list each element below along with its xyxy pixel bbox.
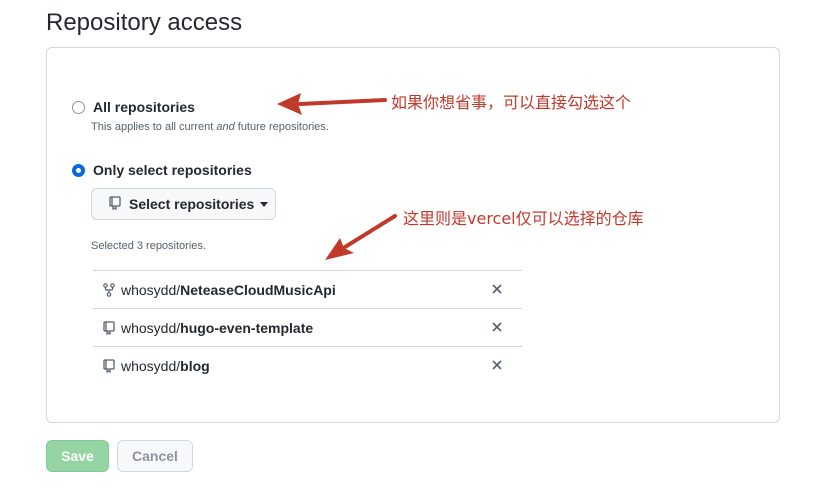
selected-repositories-count: Selected 3 repositories.	[91, 240, 206, 252]
repository-name: hugo-even-template	[180, 319, 314, 336]
save-button[interactable]: Save	[46, 440, 109, 472]
only-select-repositories-radio[interactable]	[72, 164, 85, 177]
remove-repository-button[interactable]	[490, 358, 504, 372]
repository-owner: whosydd/	[121, 319, 181, 336]
repository-row: whosydd/hugo-even-template	[93, 309, 522, 347]
all-repositories-note: This applies to all current and future r…	[91, 121, 329, 133]
repository-name: blog	[180, 358, 210, 374]
close-icon	[492, 360, 502, 370]
repository-name: NeteaseCloudMusicApi	[180, 281, 336, 298]
fork-icon	[103, 282, 121, 297]
repo-icon	[103, 359, 121, 373]
select-repositories-button[interactable]: Select repositories	[91, 188, 276, 220]
annotation-note: 如果你想省事，可以直接勾选这个	[391, 93, 632, 112]
repository-access-page: Repository access All repositories This …	[0, 0, 820, 493]
repo-icon	[109, 195, 121, 213]
remove-repository-button[interactable]	[490, 282, 504, 296]
repository-row: whosydd/blog	[93, 347, 522, 385]
selected-repository-list: whosydd/NeteaseCloudMusicApi whosydd/hug…	[93, 270, 522, 385]
close-icon	[492, 322, 502, 332]
select-repositories-label: Select repositories	[129, 196, 255, 212]
section-title: Repository access	[46, 9, 243, 36]
repo-icon	[103, 320, 121, 335]
close-icon	[492, 284, 502, 294]
only-select-repositories-label[interactable]: Only select repositories	[93, 161, 252, 179]
cancel-button[interactable]: Cancel	[117, 440, 193, 472]
all-repositories-radio[interactable]	[72, 101, 85, 114]
repository-owner: whosydd/	[121, 358, 181, 374]
all-repositories-label[interactable]: All repositories	[93, 98, 195, 116]
repository-row: whosydd/NeteaseCloudMusicApi	[93, 271, 522, 309]
caret-down-icon	[260, 201, 269, 207]
repository-owner: whosydd/	[121, 281, 181, 298]
annotation-note: 这里则是vercel仅可以选择的仓库	[403, 209, 644, 228]
remove-repository-button[interactable]	[490, 320, 504, 334]
